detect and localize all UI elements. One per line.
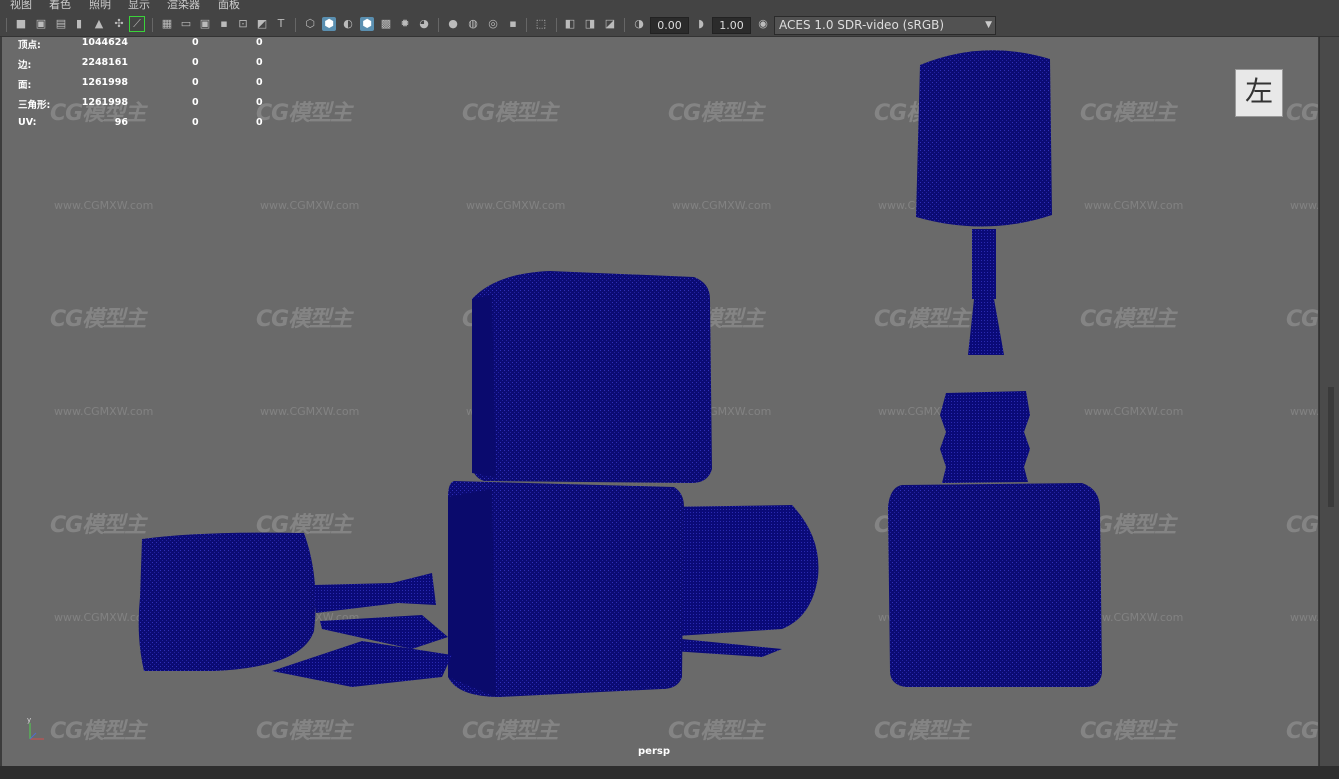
bookmark-icon[interactable]: ▤ (54, 17, 68, 31)
isolate-select-icon[interactable]: ⬚ (534, 17, 548, 31)
motion-blur-icon[interactable]: ◍ (466, 17, 480, 31)
resolution-gate-icon[interactable]: ▣ (198, 17, 212, 31)
camera-icon[interactable]: ■ (14, 17, 28, 31)
gate-mask-icon[interactable]: ▪ (217, 17, 231, 31)
safe-title-icon[interactable]: T (274, 17, 288, 31)
hud-value: 0 (256, 97, 263, 108)
scrollbar[interactable] (1328, 387, 1334, 507)
menu-panels[interactable]: 面板 (218, 0, 240, 11)
exposure-field[interactable]: 0.00 (650, 17, 689, 34)
hud-value: 0 (256, 77, 263, 88)
menu-renderer[interactable]: 渲染器 (167, 0, 200, 11)
nail-polish-bottle-front[interactable] (448, 481, 684, 697)
screen-space-ao-icon[interactable]: ● (446, 17, 460, 31)
anti-aliasing-icon[interactable]: ◎ (486, 17, 500, 31)
xray-components-icon[interactable]: ◪ (603, 17, 617, 31)
panel-toolbar: ■ ▣ ▤ ▮ ▲ ✣ ⟋ ▦ ▭ ▣ ▪ ⊡ ◩ T ⬡ ⬢ ◐ ⬢ ▩ ✹ … (0, 14, 1339, 37)
hud-label: 顶点: (18, 40, 41, 51)
view-cube[interactable]: 左 (1235, 69, 1283, 117)
grease-pencil-icon[interactable]: ▲ (92, 17, 106, 31)
nail-polish-cap-top[interactable] (472, 271, 712, 483)
camera-attributes-icon[interactable]: ▣ (34, 17, 48, 31)
hud-value: 0 (192, 117, 199, 128)
right-side-panel (1319, 37, 1339, 766)
axis-gizmo: y (27, 716, 44, 740)
hud-label: 边: (18, 60, 32, 71)
menu-view[interactable]: 视图 (10, 0, 32, 11)
hud-label: UV: (18, 117, 37, 128)
camera-label: persp (638, 746, 670, 757)
toolbar-separator (526, 18, 527, 32)
hud-value: 0 (192, 97, 199, 108)
toolbar-separator (556, 18, 557, 32)
hud-row-uvs: UV: 96 0 0 (18, 117, 278, 137)
2d-pan-zoom-icon[interactable]: ✣ (112, 17, 126, 31)
hud-value: 96 (114, 117, 128, 128)
hud-value: 0 (192, 77, 199, 88)
shadows-icon[interactable]: ◕ (417, 17, 431, 31)
hud-row-triangles: 三角形: 1261998 0 0 (18, 97, 278, 117)
nail-polish-cap-right[interactable] (916, 50, 1052, 355)
wireframe-icon[interactable]: ⬡ (303, 17, 317, 31)
hud-row-vertices: 顶点: 1044624 0 0 (18, 37, 278, 57)
grid-icon[interactable]: ▦ (160, 17, 174, 31)
smooth-shade-icon[interactable]: ⬢ (322, 17, 336, 31)
film-gate-icon[interactable]: ▭ (179, 17, 193, 31)
hud-value: 2248161 (81, 57, 128, 68)
hud-value: 1261998 (81, 97, 128, 108)
gamma-icon[interactable]: ◗ (694, 17, 708, 31)
hud-value: 0 (256, 117, 263, 128)
toolbar-separator (152, 18, 153, 32)
toolbar-separator (295, 18, 296, 32)
hud-row-faces: 面: 1261998 0 0 (18, 77, 278, 97)
hud-value: 0 (192, 57, 199, 68)
image-plane-icon[interactable]: ▮ (72, 17, 86, 31)
hud-label: 面: (18, 80, 32, 91)
exposure-icon[interactable]: ◑ (632, 17, 646, 31)
nail-polish-cap-lying[interactable] (138, 532, 452, 687)
wireframe-on-shaded-icon[interactable]: ⬢ (360, 17, 374, 31)
color-management-icon[interactable]: ◉ (756, 17, 770, 31)
color-space-label: ACES 1.0 SDR-video (sRGB) (779, 18, 945, 32)
toolbar-separator (6, 18, 7, 32)
menu-bar: 视图 着色 照明 显示 渲染器 面板 (0, 0, 1339, 14)
y-axis-label: y (27, 716, 31, 724)
model-scene (138, 50, 1102, 697)
hud-value: 0 (192, 37, 199, 48)
hud-row-edges: 边: 2248161 0 0 (18, 57, 278, 77)
color-space-dropdown[interactable]: ACES 1.0 SDR-video (sRGB) ▼ (774, 16, 996, 35)
xray-icon[interactable]: ◧ (563, 17, 577, 31)
menu-shading[interactable]: 着色 (49, 0, 71, 11)
viewport-3d[interactable]: CG模型主CG模型主CG模型主CG模型主CG模型主CG模型主CG模型主CG模型主… (2, 37, 1318, 766)
menu-lighting[interactable]: 照明 (89, 0, 111, 11)
menu-show[interactable]: 显示 (128, 0, 150, 11)
safe-action-icon[interactable]: ◩ (255, 17, 269, 31)
hud-value: 0 (256, 57, 263, 68)
z-axis-line (29, 732, 37, 740)
use-all-lights-icon[interactable]: ✹ (398, 17, 412, 31)
hud-value: 0 (256, 37, 263, 48)
hud-value: 1261998 (81, 77, 128, 88)
hud-label: 三角形: (18, 100, 51, 111)
use-default-material-icon[interactable]: ◐ (341, 17, 355, 31)
toolbar-separator (624, 18, 625, 32)
poly-count-hud: 顶点: 1044624 0 0 边: 2248161 0 0 面: 126199… (18, 37, 278, 137)
gamma-field[interactable]: 1.00 (712, 17, 751, 34)
hud-value: 1044624 (81, 37, 128, 48)
depth-of-field-icon[interactable]: ▪ (506, 17, 520, 31)
time-slider-strip (0, 766, 1339, 779)
field-chart-icon[interactable]: ⊡ (236, 17, 250, 31)
toolbar-separator (438, 18, 439, 32)
xray-joints-icon[interactable]: ◨ (583, 17, 597, 31)
pencil-icon[interactable]: ⟋ (129, 16, 145, 32)
chevron-down-icon: ▼ (985, 20, 992, 30)
nail-polish-bottle-right[interactable] (888, 391, 1102, 687)
textured-icon[interactable]: ▩ (379, 17, 393, 31)
